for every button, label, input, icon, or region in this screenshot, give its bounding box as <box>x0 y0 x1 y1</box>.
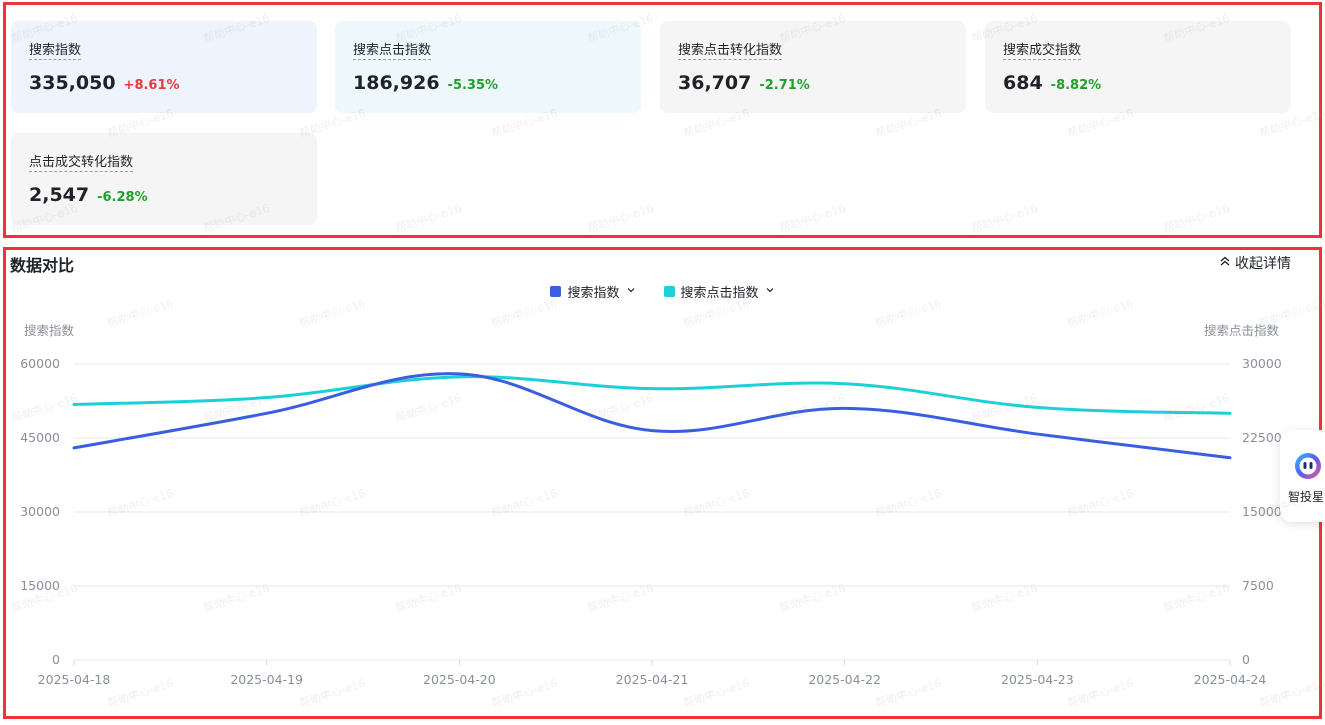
x-tick-label: 2025-04-23 <box>1001 672 1074 687</box>
y-tick-label: 60000 <box>20 356 60 371</box>
x-tick-label: 2025-04-22 <box>808 672 881 687</box>
x-tick-label: 2025-04-21 <box>616 672 689 687</box>
line-chart: 0 15000 30000 45000 60000 0 7500 15000 22500 3000… <box>20 323 1282 687</box>
y-tick-label: 30000 <box>20 504 60 519</box>
x-tick-label: 2025-04-20 <box>423 672 496 687</box>
y-right-tick-label: 15000 <box>1242 504 1282 519</box>
series-line <box>72 372 1232 460</box>
y-axis-label: 搜索指数 <box>24 323 75 338</box>
y-right-tick-label: 30000 <box>1242 356 1282 371</box>
x-tick-label: 2025-04-19 <box>230 672 303 687</box>
y-tick-label: 15000 <box>20 578 60 593</box>
assistant-label: 智投星 <box>1288 490 1325 504</box>
y-right-axis-label: 搜索点击指数 <box>1204 323 1280 338</box>
y-right-tick-label: 7500 <box>1242 578 1274 593</box>
x-tick-label: 2025-04-18 <box>38 672 111 687</box>
y-right-tick-label: 22500 <box>1242 430 1282 445</box>
y-right-tick-label: 0 <box>1242 652 1250 667</box>
y-tick-label: 45000 <box>20 430 60 445</box>
y-tick-label: 0 <box>52 652 60 667</box>
assistant-widget[interactable]: 智投星 <box>1280 430 1325 522</box>
series-line <box>72 375 1232 415</box>
assistant-logo-icon <box>1294 452 1322 484</box>
x-tick-label: 2025-04-24 <box>1194 672 1267 687</box>
